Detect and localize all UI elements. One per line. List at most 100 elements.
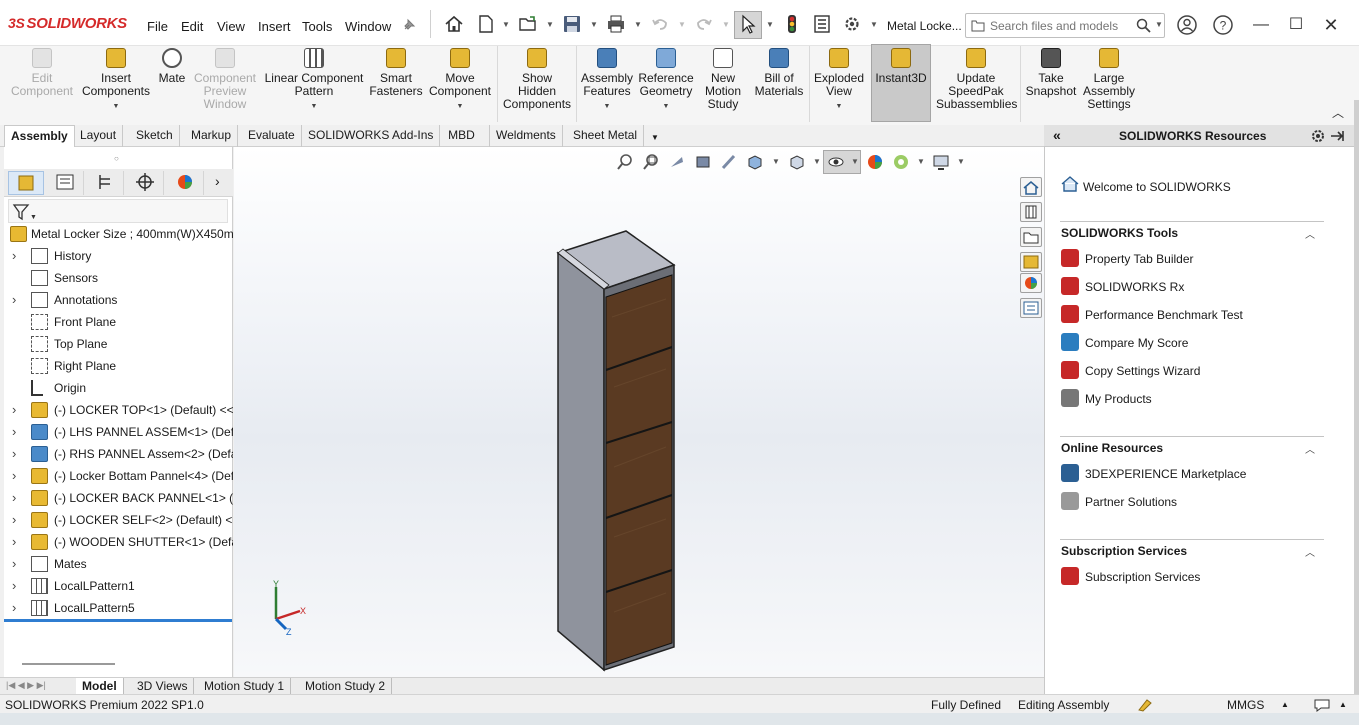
chevron-down-icon[interactable]: ▼ <box>957 157 965 166</box>
tab-3d-views[interactable]: 3D Views <box>131 678 195 695</box>
tab-sheet-metal[interactable]: Sheet Metal <box>567 125 645 147</box>
menu-view[interactable]: View <box>217 19 245 34</box>
insert-components-button[interactable]: Insert Components ▼ <box>80 48 152 113</box>
tree-item[interactable]: › Annotations <box>4 289 233 311</box>
search-input[interactable] <box>990 19 1130 33</box>
tab-sketch[interactable]: Sketch <box>130 125 180 147</box>
help-icon[interactable]: ? <box>1212 14 1234 36</box>
propertymanager-tab[interactable] <box>48 171 84 195</box>
hide-show-eye-icon[interactable] <box>827 153 845 171</box>
expand-arrow-icon[interactable]: › <box>12 553 16 575</box>
chevron-right-icon[interactable]: › <box>215 173 220 189</box>
chevron-down-icon[interactable]: ▼ <box>590 20 598 29</box>
resource-section-title[interactable]: Online Resources <box>1061 441 1163 455</box>
tree-item[interactable]: Right Plane <box>4 355 233 377</box>
pin-icon[interactable] <box>402 18 416 32</box>
smart-fasteners-button[interactable]: Smart Fasteners <box>369 48 423 98</box>
dimxpert-tab[interactable] <box>128 171 164 195</box>
open-folder-icon[interactable] <box>518 14 538 34</box>
expand-arrow-icon[interactable]: › <box>12 421 16 443</box>
take-snapshot-button[interactable]: Take Snapshot <box>1024 48 1078 98</box>
horizontal-scrollbar[interactable] <box>22 663 115 665</box>
print-icon[interactable] <box>606 14 626 34</box>
chevron-down-icon[interactable]: ▼ <box>813 157 821 166</box>
new-motion-study-button[interactable]: New Motion Study <box>700 48 746 111</box>
tooltip-toggle-icon[interactable] <box>1313 697 1331 712</box>
chevron-down-icon[interactable]: ▼ <box>502 20 510 29</box>
gear-icon[interactable] <box>1310 128 1326 144</box>
search-box[interactable]: ▼ <box>965 13 1165 38</box>
show-hidden-components-button[interactable]: Show Hidden Components <box>503 48 571 111</box>
expand-arrow-icon[interactable]: › <box>12 531 16 553</box>
tree-item[interactable]: › (-) RHS PANNEL Assem<2> (Defa <box>4 443 233 465</box>
search-icon[interactable] <box>1136 18 1151 33</box>
chevron-up-icon[interactable]: ▲ <box>1281 700 1289 709</box>
tree-item[interactable]: › (-) LOCKER SELF<2> (Default) << <box>4 509 233 531</box>
tab-scroll-arrows[interactable]: |◀ ◀ ▶ ▶| <box>6 680 46 691</box>
tree-item[interactable]: › (-) LOCKER TOP<1> (Default) <<I <box>4 399 233 421</box>
previous-view-icon[interactable] <box>668 153 686 171</box>
apply-scene-icon[interactable] <box>892 153 910 171</box>
menu-window[interactable]: Window <box>345 19 391 34</box>
coordinate-triad[interactable]: Y X Z <box>264 579 314 639</box>
featuremanager-tab[interactable] <box>8 171 44 195</box>
menu-file[interactable]: File <box>147 19 168 34</box>
tree-item[interactable]: Origin <box>4 377 233 399</box>
update-speedpak-button[interactable]: Update SpeedPak Subassemblies <box>936 48 1017 111</box>
menu-tools[interactable]: Tools <box>302 19 332 34</box>
solidworks-logo[interactable]: 3S SOLIDWORKS <box>8 15 127 32</box>
tree-item[interactable]: › Mates <box>4 553 233 575</box>
rebuild-status-icon[interactable] <box>1137 697 1153 712</box>
undo-icon[interactable] <box>650 14 670 34</box>
instant3d-button[interactable]: Instant3D <box>872 48 930 85</box>
chevron-down-icon[interactable]: ▼ <box>645 125 665 147</box>
menu-edit[interactable]: Edit <box>181 19 203 34</box>
move-component-button[interactable]: Move Component ▼ <box>428 48 492 113</box>
resource-link[interactable]: Property Tab Builder <box>1085 252 1194 266</box>
component-preview-window-button[interactable]: Component Preview Window <box>191 48 259 111</box>
mate-button[interactable]: Mate <box>155 48 189 85</box>
configurationmanager-tab[interactable] <box>88 171 124 195</box>
chevron-down-icon[interactable]: ▼ <box>722 20 730 29</box>
graphics-viewport[interactable]: Y X Z <box>234 147 1044 677</box>
chevron-down-icon[interactable]: ▼ <box>634 20 642 29</box>
tab-markup[interactable]: Markup <box>185 125 239 147</box>
resource-link[interactable]: Subscription Services <box>1085 570 1200 584</box>
tree-item[interactable]: › (-) Locker Bottam Pannel<4> (Def <box>4 465 233 487</box>
home-icon[interactable] <box>1020 177 1042 197</box>
pin-panel-icon[interactable] <box>1329 128 1345 144</box>
expand-arrow-icon[interactable]: › <box>12 443 16 465</box>
home-icon[interactable] <box>444 14 464 34</box>
tree-item[interactable]: › (-) LOCKER BACK PANNEL<1> (D <box>4 487 233 509</box>
chevron-down-icon[interactable]: ▼ <box>580 100 634 113</box>
minimize-button[interactable]: — <box>1246 12 1276 38</box>
chevron-down-icon[interactable]: ▼ <box>851 157 859 166</box>
chevron-down-icon[interactable]: ▼ <box>870 20 878 29</box>
tab-layout[interactable]: Layout <box>74 125 124 147</box>
expand-arrow-icon[interactable]: › <box>12 487 16 509</box>
unit-system[interactable]: MMGS <box>1227 698 1264 712</box>
select-cursor-icon[interactable] <box>738 14 758 34</box>
zoom-to-fit-icon[interactable] <box>616 153 634 171</box>
tree-item[interactable]: › (-) WOODEN SHUTTER<1> (Defau <box>4 531 233 553</box>
save-icon[interactable] <box>562 14 582 34</box>
maximize-button[interactable]: ☐ <box>1281 12 1311 38</box>
resource-link[interactable]: Partner Solutions <box>1085 495 1177 509</box>
section-view-icon[interactable] <box>694 153 712 171</box>
chevron-down-icon[interactable]: ▼ <box>80 100 152 113</box>
expand-arrow-icon[interactable]: › <box>12 399 16 421</box>
bill-of-materials-button[interactable]: Bill of Materials <box>752 48 806 98</box>
chevron-down-icon[interactable]: ▼ <box>678 20 686 29</box>
collapse-ribbon-icon[interactable]: ︿ <box>1332 104 1344 121</box>
reference-geometry-button[interactable]: Reference Geometry ▼ <box>637 48 695 113</box>
resource-link[interactable]: My Products <box>1085 392 1152 406</box>
redo-icon[interactable] <box>694 14 714 34</box>
resource-link[interactable]: Performance Benchmark Test <box>1085 308 1243 322</box>
tree-filter[interactable]: ▼ <box>8 199 228 223</box>
gear-icon[interactable] <box>842 14 862 34</box>
splitter-handle[interactable]: ○ <box>114 154 119 163</box>
appearances-icon[interactable] <box>1020 273 1042 293</box>
resource-link[interactable]: 3DEXPERIENCE Marketplace <box>1085 467 1246 481</box>
tree-item[interactable]: › LocalLPattern5 <box>4 597 233 619</box>
expand-arrow-icon[interactable]: › <box>12 245 16 267</box>
